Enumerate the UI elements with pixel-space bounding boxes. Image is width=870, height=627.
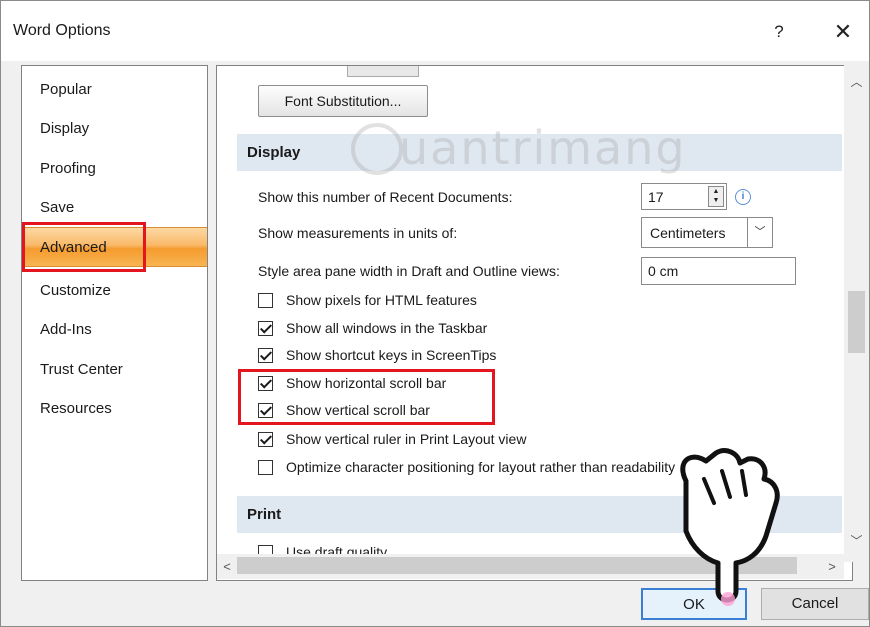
checkbox-label: Show pixels for HTML features (286, 292, 477, 308)
checkbox-label: Show horizontal scroll bar (286, 375, 447, 391)
sidebar-item-proofing[interactable]: Proofing (22, 149, 207, 189)
checkbox-label: Show vertical ruler in Print Layout view (286, 431, 527, 447)
sidebar-item-customize[interactable]: Customize (22, 271, 207, 311)
scroll-up-icon[interactable]: ︿ (844, 73, 869, 91)
recent-documents-stepper[interactable]: 17 ▲ ▼ (641, 183, 727, 210)
vertical-scrollbar[interactable]: ︿ ﹀ (844, 65, 869, 562)
sidebar-item-resources[interactable]: Resources (22, 389, 207, 429)
measurement-units-value: Centimeters (650, 225, 726, 241)
scroll-left-icon[interactable]: < (217, 554, 237, 579)
style-area-input[interactable]: 0 cm (641, 257, 796, 285)
scroll-right-icon[interactable]: > (822, 554, 842, 579)
style-area-label: Style area pane width in Draft and Outli… (258, 263, 560, 279)
recent-documents-label: Show this number of Recent Documents: (258, 189, 513, 205)
sidebar-item-popular[interactable]: Popular (22, 70, 207, 110)
sidebar-item-trust-center[interactable]: Trust Center (22, 350, 207, 390)
help-button[interactable]: ? (759, 15, 799, 49)
vertical-scroll-thumb[interactable] (848, 291, 865, 353)
checkbox-box[interactable] (258, 403, 273, 418)
ok-button[interactable]: OK (641, 588, 747, 620)
word-options-dialog: Word Options ? ✕ Popular Display Proofin… (0, 0, 870, 627)
checkbox-box[interactable] (258, 293, 273, 308)
measurement-units-label: Show measurements in units of: (258, 225, 458, 241)
scroll-down-icon[interactable]: ﹀ (844, 532, 869, 550)
cancel-button[interactable]: Cancel (761, 588, 869, 620)
checkbox-label: Optimize character positioning for layou… (286, 459, 676, 475)
horizontal-scrollbar[interactable]: < > (217, 554, 844, 579)
sidebar-item-save[interactable]: Save (22, 188, 207, 228)
checkbox-label: Show all windows in the Taskbar (286, 320, 488, 336)
font-substitution-button[interactable]: Font Substitution... (258, 85, 428, 117)
checkbox-box[interactable] (258, 348, 273, 363)
style-area-value: 0 cm (648, 263, 679, 279)
sidebar-item-display[interactable]: Display (22, 109, 207, 149)
title-bar: Word Options ? ✕ (1, 1, 869, 61)
partial-size-field (347, 66, 419, 77)
info-icon: i (735, 189, 751, 205)
sidebar-item-advanced[interactable]: Advanced (22, 227, 207, 267)
checkbox-box[interactable] (258, 376, 273, 391)
print-section-header: Print (237, 496, 842, 533)
checkbox-box[interactable] (258, 460, 273, 475)
recent-documents-value: 17 (648, 189, 664, 205)
sidebar-item-add-ins[interactable]: Add-Ins (22, 310, 207, 350)
checkbox-label: Show shortcut keys in ScreenTips (286, 347, 497, 363)
dialog-title: Word Options (13, 22, 111, 39)
chevron-down-icon[interactable]: ﹀ (747, 218, 772, 247)
category-sidebar: Popular Display Proofing Save Advanced C… (21, 65, 208, 581)
checkbox-label: Show vertical scroll bar (286, 402, 430, 418)
spinner-arrows-icon[interactable]: ▲ ▼ (708, 186, 724, 207)
options-content-pane: Font Substitution... Display Show this n… (216, 65, 853, 581)
checkbox-box[interactable] (258, 432, 273, 447)
checkbox-box[interactable] (258, 321, 273, 336)
display-section-header: Display (237, 134, 842, 171)
measurement-units-select[interactable]: Centimeters ﹀ (641, 217, 773, 248)
horizontal-scroll-thumb[interactable] (237, 557, 797, 574)
close-button[interactable]: ✕ (823, 15, 863, 49)
